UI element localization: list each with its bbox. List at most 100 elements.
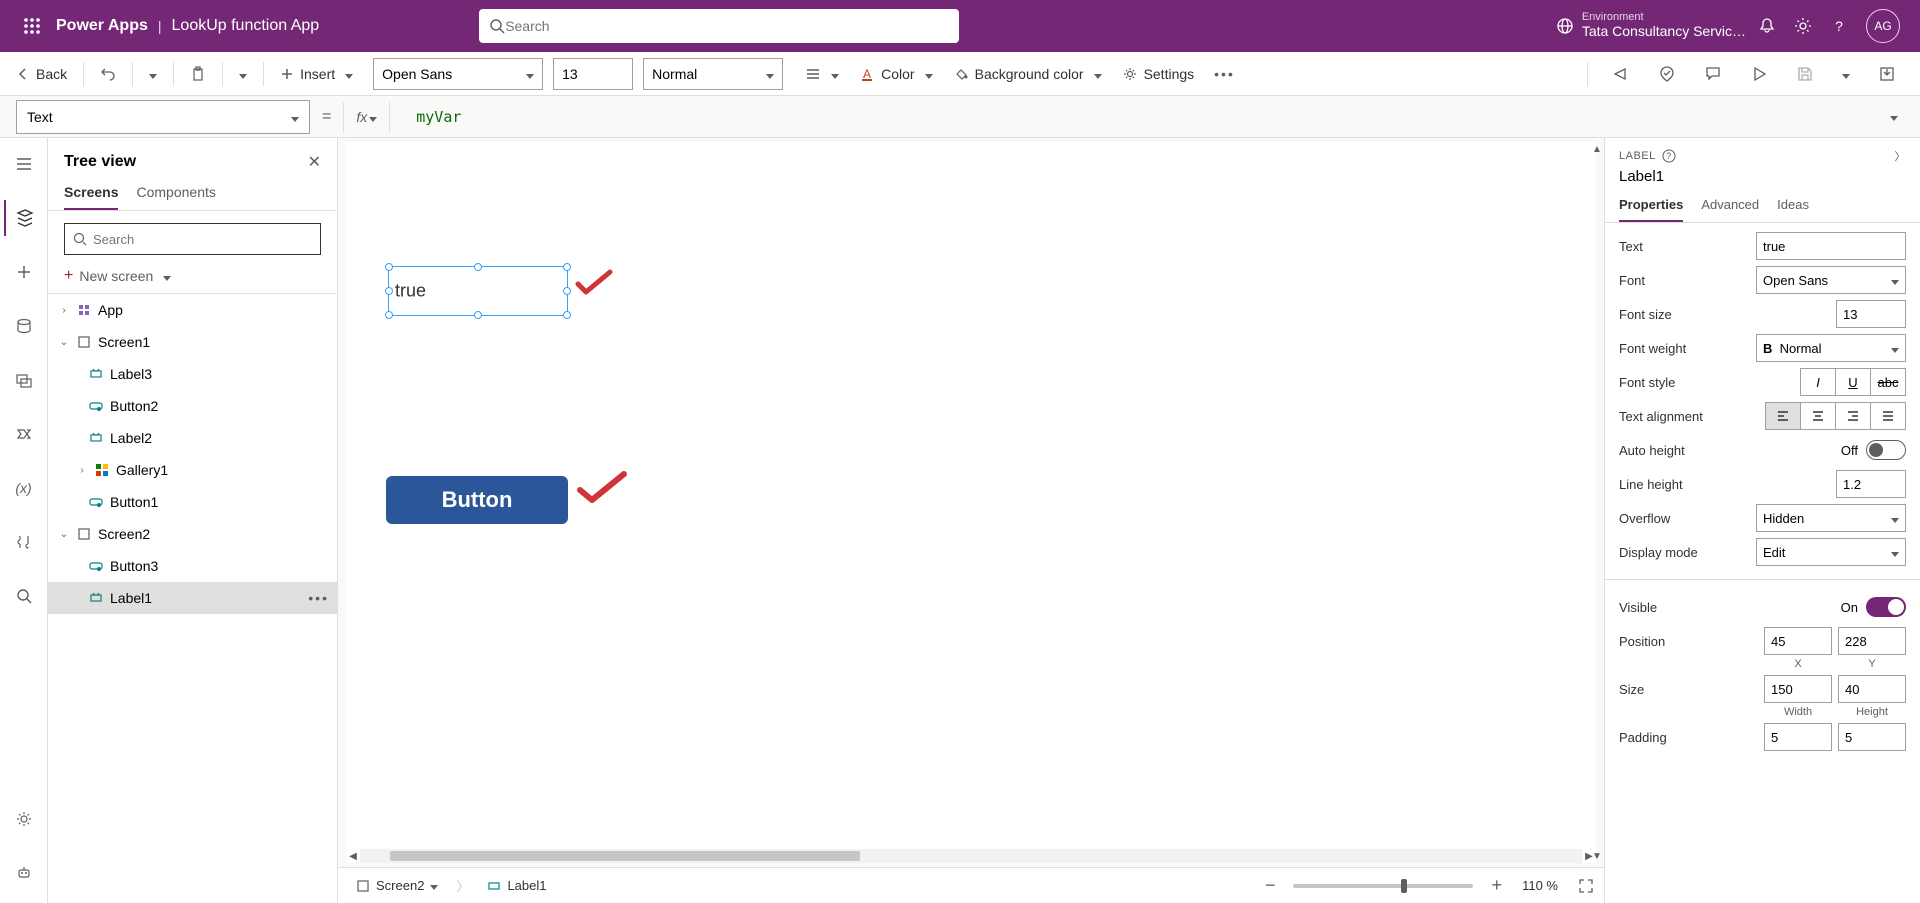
paste-button[interactable]: [182, 58, 214, 90]
settings-button[interactable]: Settings: [1114, 58, 1203, 90]
prop-size-height[interactable]: [1838, 675, 1906, 703]
tree-search-input[interactable]: [93, 232, 312, 247]
help-icon[interactable]: ?: [1830, 17, 1848, 35]
tree-item-label2[interactable]: Label2: [48, 422, 337, 454]
expand-formula-icon[interactable]: [1884, 108, 1904, 126]
zoom-in-button[interactable]: +: [1491, 875, 1502, 896]
zoom-out-button[interactable]: −: [1265, 875, 1276, 896]
align-button[interactable]: [797, 58, 847, 90]
autoheight-toggle[interactable]: [1866, 440, 1906, 460]
search-rail-icon[interactable]: [4, 578, 44, 614]
tree-item-screen1[interactable]: ⌄ Screen1: [48, 326, 337, 358]
environment-picker[interactable]: Environment Tata Consultancy Servic…: [1556, 11, 1746, 41]
prop-overflow-select[interactable]: Hidden: [1756, 504, 1906, 532]
fit-to-screen-icon[interactable]: [1578, 878, 1594, 894]
collapse-panel-icon[interactable]: 〉: [1895, 148, 1907, 164]
share-icon[interactable]: [1604, 58, 1638, 90]
global-search-input[interactable]: [505, 18, 949, 34]
overflow-button[interactable]: •••: [1206, 58, 1243, 90]
tab-properties[interactable]: Properties: [1619, 197, 1683, 222]
strikethrough-button[interactable]: abc: [1870, 368, 1906, 396]
prop-position-y[interactable]: [1838, 627, 1906, 655]
font-weight-dropdown[interactable]: Normal: [643, 58, 783, 90]
control-name[interactable]: Label1: [1605, 168, 1920, 191]
tab-screens[interactable]: Screens: [64, 184, 118, 210]
publish-icon[interactable]: [1870, 58, 1904, 90]
formula-input[interactable]: [402, 108, 1872, 126]
info-icon[interactable]: ?: [1662, 149, 1676, 163]
visible-toggle[interactable]: [1866, 597, 1906, 617]
flows-rail-icon[interactable]: [4, 416, 44, 452]
zoom-slider[interactable]: [1293, 884, 1473, 888]
tree-item-button2[interactable]: Button2: [48, 390, 337, 422]
user-avatar[interactable]: AG: [1866, 9, 1900, 43]
prop-displaymode-select[interactable]: Edit: [1756, 538, 1906, 566]
save-split-icon[interactable]: [1834, 58, 1858, 90]
notifications-icon[interactable]: [1758, 17, 1776, 35]
fill-color-button[interactable]: Background color: [945, 58, 1110, 90]
insert-button[interactable]: Insert: [272, 58, 361, 90]
tab-ideas[interactable]: Ideas: [1777, 197, 1809, 222]
settings-rail-icon[interactable]: [4, 801, 44, 837]
tree-item-screen2[interactable]: ⌄ Screen2: [48, 518, 337, 550]
tree-item-button1[interactable]: Button1: [48, 486, 337, 518]
tools-rail-icon[interactable]: [4, 524, 44, 560]
tree-search-box[interactable]: [64, 223, 321, 255]
item-overflow-icon[interactable]: •••: [308, 590, 329, 606]
breadcrumb-control[interactable]: Label1: [479, 876, 554, 895]
scroll-left-icon[interactable]: ◀: [346, 849, 360, 863]
scroll-down-icon[interactable]: ▼: [1590, 849, 1604, 863]
prop-padding-right[interactable]: [1838, 723, 1906, 751]
save-icon[interactable]: [1788, 58, 1822, 90]
prop-text-input[interactable]: [1756, 232, 1906, 260]
prop-padding-top[interactable]: [1764, 723, 1832, 751]
canvas-button-control[interactable]: Button: [386, 476, 568, 524]
fx-button[interactable]: fx: [356, 109, 377, 125]
align-left-button[interactable]: [1765, 402, 1801, 430]
tab-advanced[interactable]: Advanced: [1701, 197, 1759, 222]
prop-fontsize-input[interactable]: [1836, 300, 1906, 328]
prop-size-width[interactable]: [1764, 675, 1832, 703]
property-selector[interactable]: Text: [16, 100, 310, 134]
selected-label-control[interactable]: true: [388, 266, 568, 316]
variables-rail-icon[interactable]: (x): [4, 470, 44, 506]
font-size-input[interactable]: 13: [553, 58, 633, 90]
preview-icon[interactable]: [1742, 58, 1776, 90]
canvas-horizontal-scrollbar[interactable]: ◀ ▶: [346, 849, 1596, 863]
tree-item-gallery1[interactable]: › Gallery1: [48, 454, 337, 486]
global-search[interactable]: [479, 9, 959, 43]
italic-button[interactable]: I: [1800, 368, 1836, 396]
tree-item-label1[interactable]: Label1 •••: [48, 582, 337, 614]
underline-button[interactable]: U: [1835, 368, 1871, 396]
align-right-button[interactable]: [1835, 402, 1871, 430]
app-checker-icon[interactable]: [1650, 58, 1684, 90]
data-rail-icon[interactable]: [4, 308, 44, 344]
hamburger-icon[interactable]: [4, 146, 44, 182]
font-family-dropdown[interactable]: Open Sans: [373, 58, 543, 90]
undo-button[interactable]: [92, 58, 124, 90]
prop-fontweight-select[interactable]: B Normal: [1756, 334, 1906, 362]
back-button[interactable]: Back: [8, 58, 75, 90]
undo-split-button[interactable]: [141, 58, 165, 90]
app-launcher-icon[interactable]: [8, 17, 56, 35]
media-rail-icon[interactable]: [4, 362, 44, 398]
tree-item-label3[interactable]: Label3: [48, 358, 337, 390]
tree-item-app[interactable]: › App: [48, 294, 337, 326]
close-tree-icon[interactable]: ✕: [308, 152, 321, 172]
new-screen-button[interactable]: + New screen: [48, 263, 337, 294]
align-center-button[interactable]: [1800, 402, 1836, 430]
prop-font-select[interactable]: Open Sans: [1756, 266, 1906, 294]
text-color-button[interactable]: A Color: [851, 58, 940, 90]
settings-gear-icon[interactable]: [1794, 17, 1812, 35]
insert-rail-icon[interactable]: [4, 254, 44, 290]
tree-item-button3[interactable]: Button3: [48, 550, 337, 582]
paste-split-button[interactable]: [231, 58, 255, 90]
scroll-up-icon[interactable]: ▲: [1590, 142, 1604, 156]
align-justify-button[interactable]: [1870, 402, 1906, 430]
virtual-agent-icon[interactable]: [4, 855, 44, 891]
tree-view-icon[interactable]: [4, 200, 44, 236]
tab-components[interactable]: Components: [136, 184, 215, 210]
prop-position-x[interactable]: [1764, 627, 1832, 655]
breadcrumb-screen[interactable]: Screen2: [348, 876, 446, 895]
comments-icon[interactable]: [1696, 58, 1730, 90]
